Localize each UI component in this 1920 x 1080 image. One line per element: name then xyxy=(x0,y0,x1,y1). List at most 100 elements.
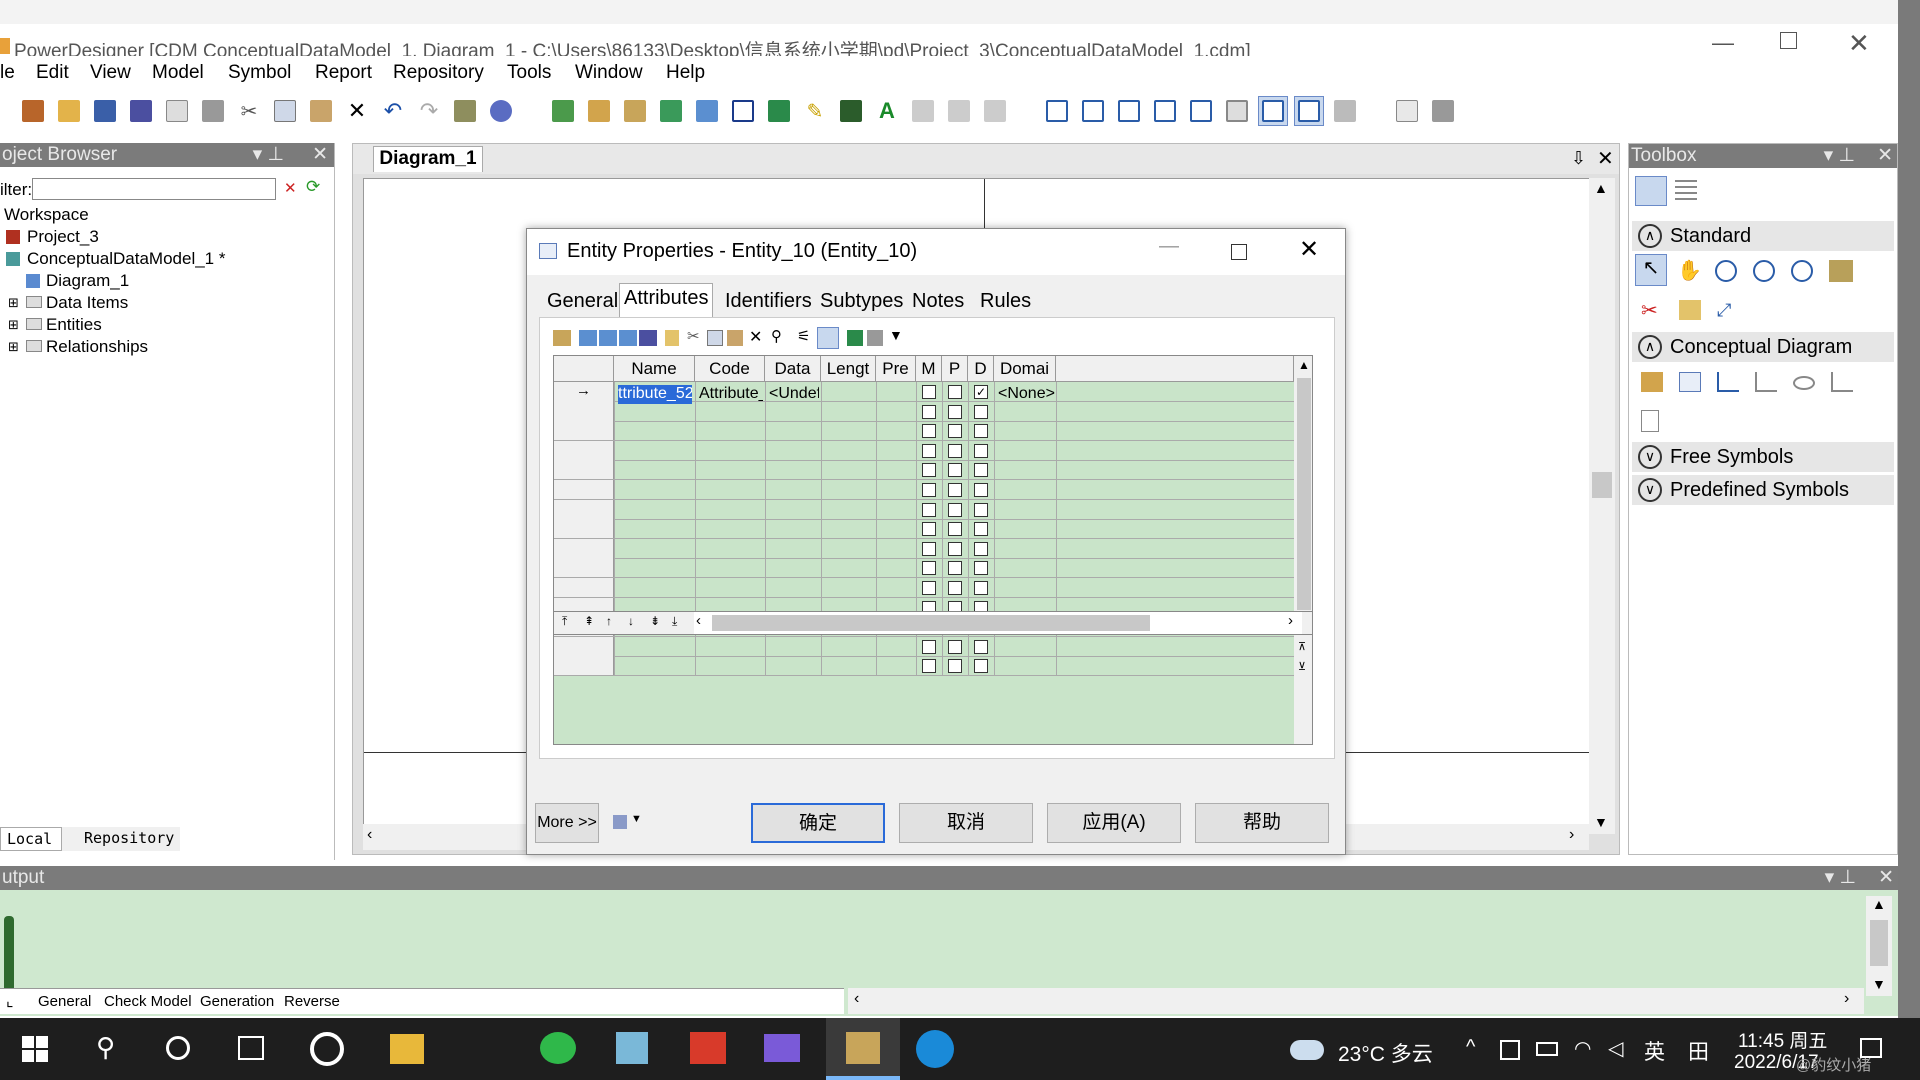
mandatory-checkbox[interactable] xyxy=(922,522,936,537)
apply-button[interactable]: 应用(A) xyxy=(1047,803,1181,843)
displayed-checkbox[interactable] xyxy=(974,659,988,674)
tree-item-project[interactable]: Project_3 xyxy=(27,227,99,247)
ok-button[interactable]: 确定 xyxy=(751,803,885,843)
displayed-checkbox[interactable] xyxy=(974,502,988,517)
displayed-checkbox[interactable] xyxy=(974,483,988,497)
find-icon[interactable]: ⚲ xyxy=(771,327,782,345)
section-standard[interactable]: ∧ Standard xyxy=(1632,221,1894,251)
view-5-icon[interactable] xyxy=(1186,96,1216,126)
app-icon-3[interactable] xyxy=(764,1034,800,1062)
task-view-icon[interactable] xyxy=(238,1036,264,1060)
diagram-vscrollbar[interactable]: ▲ ▼ xyxy=(1589,178,1615,834)
app-icon-2[interactable] xyxy=(616,1032,648,1064)
mandatory-checkbox[interactable] xyxy=(922,581,936,595)
primary-checkbox[interactable] xyxy=(948,463,962,478)
tab-attributes[interactable]: Attributes xyxy=(619,283,714,317)
menu-repository[interactable]: Repository xyxy=(393,62,484,84)
mandatory-checkbox[interactable] xyxy=(922,561,936,576)
dialog-minimize-button[interactable]: — xyxy=(1159,235,1179,258)
zoom-view-icon[interactable] xyxy=(1258,96,1288,126)
grid-hscrollbar[interactable]: ‹ › xyxy=(694,612,1302,634)
delete-icon[interactable]: ✕ xyxy=(749,327,762,347)
paste-icon[interactable] xyxy=(306,96,336,126)
impact-icon[interactable] xyxy=(692,96,722,126)
wifi-icon[interactable]: ◠ xyxy=(1574,1036,1591,1061)
displayed-checkbox[interactable] xyxy=(974,522,988,537)
start-icon[interactable] xyxy=(22,1036,48,1062)
pin-icon[interactable]: ▾ ⊥ xyxy=(1825,866,1856,890)
primary-checkbox[interactable] xyxy=(948,561,962,576)
menu-edit[interactable]: Edit xyxy=(36,62,69,84)
clock-time[interactable]: 11:45 周五 xyxy=(1738,1026,1827,1053)
mandatory-checkbox[interactable] xyxy=(922,385,936,399)
mandatory-checkbox[interactable] xyxy=(922,463,936,478)
result-view-icon[interactable] xyxy=(1294,96,1324,126)
primary-checkbox[interactable] xyxy=(948,483,962,497)
displayed-checkbox[interactable] xyxy=(974,443,988,458)
tab-rules[interactable]: Rules xyxy=(976,287,1035,317)
filter-input[interactable] xyxy=(32,178,276,200)
pointer-icon[interactable]: ↖ xyxy=(1635,254,1667,286)
save-all-icon[interactable] xyxy=(126,96,156,126)
tab-identifiers[interactable]: Identifiers xyxy=(721,287,816,317)
displayed-checkbox[interactable] xyxy=(974,581,988,595)
displayed-checkbox[interactable] xyxy=(974,424,988,439)
displayed-checkbox[interactable] xyxy=(974,541,988,556)
tab-diagram[interactable]: Diagram_1 xyxy=(373,146,483,172)
move-top-icon[interactable]: ⤒ xyxy=(562,614,567,629)
col-primary[interactable]: P xyxy=(942,356,968,382)
arrange-icon[interactable] xyxy=(908,96,938,126)
tree-item-relationships[interactable]: Relationships xyxy=(46,337,148,357)
properties-icon[interactable] xyxy=(553,330,571,346)
expand-icon[interactable]: ⊞ xyxy=(8,339,19,355)
app-icon-1[interactable] xyxy=(310,1032,344,1066)
col-mandatory[interactable]: M xyxy=(916,356,942,382)
search-doc-icon[interactable] xyxy=(1392,96,1422,126)
scissors-icon[interactable]: ✂ xyxy=(1641,298,1658,323)
link-tool-icon[interactable]: ⤢ xyxy=(1717,300,1731,321)
view-2-icon[interactable] xyxy=(1078,96,1108,126)
primary-checkbox[interactable] xyxy=(948,639,962,654)
tree-item-data-items[interactable]: Data Items xyxy=(46,293,128,313)
help-button[interactable]: 帮助 xyxy=(1195,803,1329,843)
pin-icon[interactable]: ▾ ⊥ xyxy=(1824,144,1855,168)
back-icon[interactable] xyxy=(944,96,974,126)
tab-reverse[interactable]: Reverse xyxy=(284,993,340,1010)
menu-model[interactable]: Model xyxy=(152,62,204,84)
section-conceptual-diagram[interactable]: ∧ Conceptual Diagram xyxy=(1632,332,1894,362)
mandatory-checkbox[interactable] xyxy=(922,541,936,556)
volume-icon[interactable]: ◁ xyxy=(1608,1036,1623,1061)
export-excel-icon[interactable] xyxy=(847,330,863,346)
replicate-icon[interactable] xyxy=(639,330,657,346)
menu-file[interactable]: le xyxy=(0,62,15,84)
menu-help[interactable]: Help xyxy=(666,62,705,84)
primary-checkbox[interactable] xyxy=(948,502,962,517)
name-cell[interactable]: ttribute_52 xyxy=(618,385,692,404)
mandatory-checkbox[interactable] xyxy=(922,404,936,419)
displayed-checkbox[interactable]: ✓ xyxy=(974,385,988,399)
mandatory-checkbox[interactable] xyxy=(922,443,936,458)
displayed-checkbox[interactable] xyxy=(974,639,988,654)
powerdesigner-taskbar-button[interactable] xyxy=(826,1018,900,1080)
view-4-icon[interactable] xyxy=(1150,96,1180,126)
dialog-maximize-button[interactable] xyxy=(1231,244,1247,260)
file-explorer-icon[interactable] xyxy=(390,1034,424,1064)
col-length[interactable]: Lengt xyxy=(821,356,876,382)
print2-icon[interactable] xyxy=(1428,96,1458,126)
print-preview-icon[interactable] xyxy=(162,96,192,126)
displayed-checkbox[interactable] xyxy=(974,561,988,576)
view-1-icon[interactable] xyxy=(1042,96,1072,126)
mandatory-checkbox[interactable] xyxy=(922,424,936,439)
view-6-icon[interactable] xyxy=(1222,96,1252,126)
output-vscrollbar[interactable]: ▲ ▼ xyxy=(1866,896,1892,996)
add-row-icon[interactable] xyxy=(599,330,617,346)
text-icon[interactable] xyxy=(764,96,794,126)
input-language[interactable]: 英 xyxy=(1644,1036,1665,1066)
battery-icon[interactable] xyxy=(1536,1042,1558,1056)
customize-columns-icon[interactable] xyxy=(817,327,839,349)
grid-view-icon[interactable] xyxy=(1330,96,1360,126)
new-model-icon[interactable] xyxy=(18,96,48,126)
dialog-close-button[interactable]: ✕ xyxy=(1299,235,1319,264)
refresh-filter-icon[interactable]: ⟳ xyxy=(306,177,320,197)
col-name[interactable]: Name xyxy=(614,356,695,382)
